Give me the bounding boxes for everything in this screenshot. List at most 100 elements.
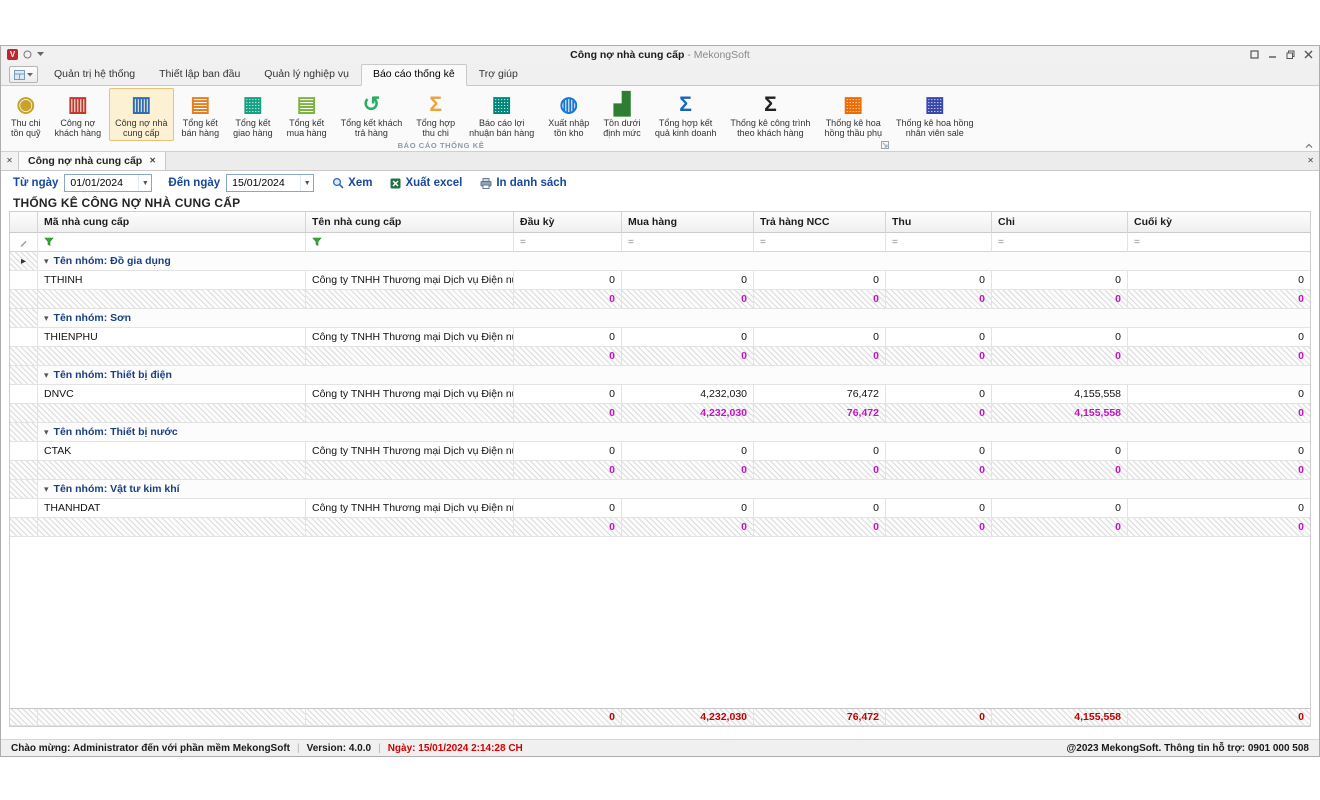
- filter-cell-3[interactable]: =: [514, 233, 622, 252]
- column-header-7[interactable]: Chi: [992, 212, 1128, 233]
- filter-bar: Từ ngày 01/01/2024 ▼ Đến ngày 15/01/2024…: [1, 171, 1319, 195]
- filter-cell-6[interactable]: =: [886, 233, 992, 252]
- group-header-row[interactable]: ▾ Tên nhóm: Vật tư kim khí: [10, 480, 1310, 499]
- ribbon-button-income-expense[interactable]: ΣTổng hợpthu chi: [410, 88, 461, 141]
- ribbon-dialog-launcher-icon[interactable]: [881, 141, 889, 151]
- row-indicator-header: [10, 212, 38, 233]
- ribbon-button-delivery-summary[interactable]: ▦Tổng kếtgiao hàng: [227, 88, 279, 141]
- ribbon-button-subcontractor-commission[interactable]: ▦Thống kê hoahồng thầu phụ: [818, 88, 888, 141]
- value-cell: 76,472: [754, 385, 886, 404]
- group-label: Tên nhóm: Vật tư kim khí: [54, 483, 180, 495]
- group-header-row[interactable]: ▾Tên nhóm: Sơn: [10, 309, 1310, 328]
- group-total-cell: 0: [514, 461, 622, 480]
- table-row[interactable]: THIENPHUCông ty TNHH Thương mại Dịch vụ …: [10, 328, 1310, 347]
- row-indicator: [10, 709, 38, 726]
- from-date-input[interactable]: 01/01/2024 ▼: [64, 174, 152, 192]
- document-tab-active[interactable]: Công nợ nhà cung cấp ✕: [19, 152, 166, 170]
- print-list-label: In danh sách: [496, 177, 566, 189]
- quick-access-dropdown-icon[interactable]: [37, 52, 44, 57]
- restore-button[interactable]: [1286, 50, 1295, 59]
- filter-cell-7[interactable]: =: [992, 233, 1128, 252]
- calendar-dropdown-icon[interactable]: ▼: [138, 175, 151, 191]
- table-row[interactable]: DNVCCông ty TNHH Thương mại Dịch vụ Điện…: [10, 385, 1310, 404]
- ribbon-button-cash-fund[interactable]: ◉Thu chitồn quỹ: [5, 88, 47, 141]
- column-header-4[interactable]: Mua hàng: [622, 212, 754, 233]
- collapse-triangle-icon[interactable]: ▾: [44, 427, 49, 438]
- ribbon-button-supplier-debt[interactable]: ▥Công nợ nhàcung cấp: [109, 88, 173, 141]
- tab-close-icon[interactable]: ✕: [149, 157, 156, 165]
- table-row[interactable]: THANHDATCông ty TNHH Thương mại Dịch vụ …: [10, 499, 1310, 518]
- equals-operator-icon: =: [1134, 237, 1140, 248]
- close-document-button[interactable]: ✕: [1307, 152, 1314, 170]
- menu-tab-5[interactable]: Trợ giúp: [467, 64, 530, 85]
- column-header-3[interactable]: Đầu kỳ: [514, 212, 622, 233]
- table-row[interactable]: CTAKCông ty TNHH Thương mại Dịch vụ Điện…: [10, 442, 1310, 461]
- collapse-triangle-icon[interactable]: ▾: [44, 313, 49, 324]
- ribbon-button-low-stock[interactable]: ▟Tồn dướiđịnh mức: [597, 88, 647, 141]
- minimize-button[interactable]: [1268, 50, 1277, 59]
- group-total-empty-cell: [38, 404, 306, 423]
- group-title-cell: ▾ Tên nhóm: Vật tư kim khí: [38, 480, 1310, 499]
- ribbon-button-purchase-summary[interactable]: ▤Tổng kếtmua hàng: [281, 88, 333, 141]
- row-indicator: [10, 366, 38, 385]
- close-button[interactable]: [1304, 50, 1313, 59]
- column-header-2[interactable]: Tên nhà cung cấp: [306, 212, 514, 233]
- group-title-cell: ▾Tên nhóm: Sơn: [38, 309, 1310, 328]
- ribbon-button-sale-commission[interactable]: ▦Thống kê hoa hồngnhân viên sale: [890, 88, 980, 141]
- ribbon-group-label: BÁO CÁO THỐNG KÊ: [1, 141, 881, 150]
- ribbon-button-sales-profit[interactable]: ▦Báo cáo lợinhuận bán hàng: [463, 88, 540, 141]
- group-header-row[interactable]: ▾Tên nhóm: Thiết bị nước: [10, 423, 1310, 442]
- filter-cell-1[interactable]: [38, 233, 306, 252]
- to-date-input[interactable]: 15/01/2024 ▼: [226, 174, 314, 192]
- menu-tab-3[interactable]: Quản lý nghiệp vụ: [252, 64, 361, 85]
- tab-strip-close-button[interactable]: ✕: [1, 152, 19, 170]
- export-excel-button[interactable]: Xuất excel: [390, 177, 462, 189]
- close-icon: ✕: [6, 157, 13, 165]
- column-header-5[interactable]: Trả hàng NCC: [754, 212, 886, 233]
- filter-cell-8[interactable]: =: [1128, 233, 1310, 252]
- filter-funnel-icon: [312, 237, 323, 247]
- group-total-cell: 0: [886, 461, 992, 480]
- print-list-button[interactable]: In danh sách: [480, 177, 566, 189]
- ribbon-button-customer-debt[interactable]: ▥Công nợkhách hàng: [49, 88, 108, 141]
- group-total-cell: 0: [514, 290, 622, 309]
- table-empty-space: [10, 537, 1310, 708]
- column-header-8[interactable]: Cuối kỳ: [1128, 212, 1310, 233]
- group-header-row[interactable]: ▾Tên nhóm: Thiết bị điện: [10, 366, 1310, 385]
- value-cell: 0: [622, 442, 754, 461]
- collapse-triangle-icon[interactable]: ▾: [44, 484, 49, 495]
- group-total-cell: 76,472: [754, 404, 886, 423]
- filter-cell-2[interactable]: [306, 233, 514, 252]
- app-menu-button[interactable]: [9, 66, 38, 83]
- column-header-6[interactable]: Thu: [886, 212, 992, 233]
- supplier-name-cell: Công ty TNHH Thương mại Dịch vụ Điện nướ…: [306, 385, 514, 404]
- menu-tab-2[interactable]: Thiết lập ban đầu: [147, 64, 252, 85]
- customer-returns-icon: ↺: [363, 91, 381, 118]
- view-button-label: Xem: [348, 177, 372, 189]
- ribbon-button-project-stats[interactable]: ΣThống kê công trìnhtheo khách hàng: [724, 88, 816, 141]
- ribbon-button-inventory[interactable]: ◍Xuất nhậptồn kho: [542, 88, 595, 141]
- menu-tab-1[interactable]: Quản trị hệ thống: [42, 64, 147, 85]
- filter-cell-4[interactable]: =: [622, 233, 754, 252]
- ribbon-collapse-chevron-icon[interactable]: [1305, 142, 1313, 151]
- ribbon-button-customer-returns[interactable]: ↺Tổng kết kháchtrả hàng: [335, 88, 409, 141]
- menu-tab-4[interactable]: Báo cáo thống kê: [361, 64, 467, 86]
- group-total-empty-cell: [38, 461, 306, 480]
- record-toggle-icon[interactable]: [23, 50, 32, 59]
- group-total-row: 000000: [10, 461, 1310, 480]
- row-indicator: [10, 480, 38, 499]
- group-header-row[interactable]: ▸▾Tên nhóm: Đồ gia dụng: [10, 252, 1310, 271]
- view-button[interactable]: Xem: [332, 177, 372, 189]
- menu-tabs: Quản trị hệ thốngThiết lập ban đầuQuản l…: [42, 64, 530, 85]
- fullscreen-button[interactable]: [1250, 50, 1259, 59]
- ribbon-button-business-result[interactable]: ΣTổng hợp kếtquả kinh doanh: [649, 88, 723, 141]
- collapse-triangle-icon[interactable]: ▾: [44, 256, 49, 267]
- filter-cell-5[interactable]: =: [754, 233, 886, 252]
- ribbon-button-sales-summary[interactable]: ▤Tổng kếtbán hàng: [176, 88, 226, 141]
- equals-operator-icon: =: [628, 237, 634, 248]
- calendar-dropdown-icon[interactable]: ▼: [300, 175, 313, 191]
- collapse-triangle-icon[interactable]: ▾: [44, 370, 49, 381]
- table-row[interactable]: TTHINHCông ty TNHH Thương mại Dịch vụ Đi…: [10, 271, 1310, 290]
- group-total-empty-cell: [306, 347, 514, 366]
- column-header-1[interactable]: Mã nhà cung cấp: [38, 212, 306, 233]
